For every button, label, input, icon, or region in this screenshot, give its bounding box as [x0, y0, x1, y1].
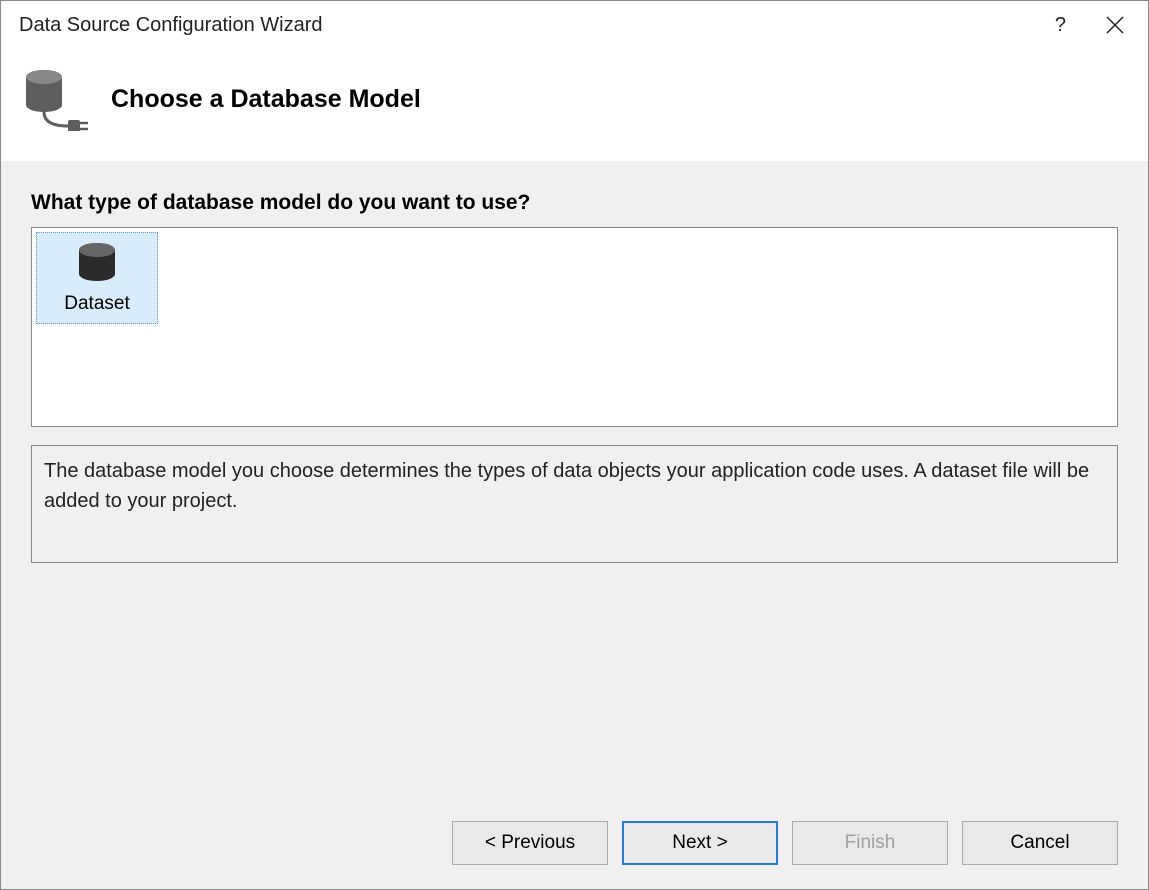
- model-item-dataset[interactable]: Dataset: [36, 232, 158, 324]
- cancel-button[interactable]: Cancel: [962, 821, 1118, 865]
- titlebar: Data Source Configuration Wizard ?: [1, 1, 1148, 49]
- help-icon[interactable]: ?: [1055, 14, 1066, 37]
- database-plug-icon: [21, 67, 93, 131]
- model-description: The database model you choose determines…: [31, 445, 1118, 563]
- model-item-label: Dataset: [64, 293, 129, 315]
- wizard-window: Data Source Configuration Wizard ?: [0, 0, 1149, 890]
- wizard-header: Choose a Database Model: [1, 49, 1148, 161]
- close-icon[interactable]: [1106, 16, 1130, 34]
- window-title: Data Source Configuration Wizard: [19, 14, 1055, 37]
- wizard-footer: < Previous Next > Finish Cancel: [1, 801, 1148, 889]
- database-icon: [76, 242, 118, 287]
- previous-button[interactable]: < Previous: [452, 821, 608, 865]
- next-button[interactable]: Next >: [622, 821, 778, 865]
- wizard-content: What type of database model do you want …: [1, 161, 1148, 801]
- model-question: What type of database model do you want …: [31, 191, 1118, 215]
- wizard-step-title: Choose a Database Model: [111, 85, 421, 114]
- titlebar-controls: ?: [1055, 14, 1130, 37]
- finish-button: Finish: [792, 821, 948, 865]
- model-list[interactable]: Dataset: [31, 227, 1118, 427]
